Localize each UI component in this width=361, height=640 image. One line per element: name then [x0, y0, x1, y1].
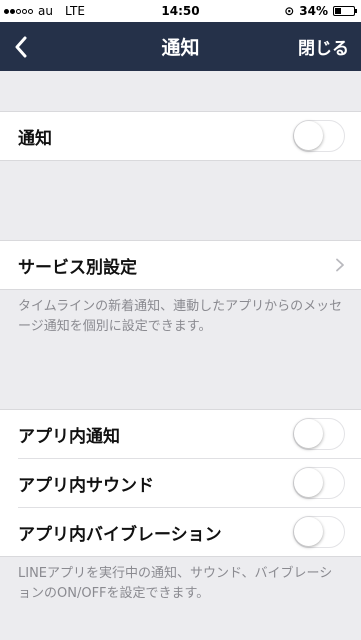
toggle-knob: [294, 468, 323, 497]
chevron-right-icon: [336, 258, 344, 272]
in-app-vibration-row: アプリ内バイブレーション: [18, 507, 361, 556]
notifications-group: 通知: [0, 111, 361, 161]
status-bar: au LTE 14:50 ⊙ 34%: [0, 0, 361, 22]
toggle-knob: [294, 419, 323, 448]
in-app-notification-row: アプリ内通知: [0, 410, 361, 458]
close-button[interactable]: 閉じる: [298, 34, 349, 59]
back-button[interactable]: [2, 22, 40, 71]
in-app-footer-text: LINEアプリを実行中の通知、サウンド、バイブレーションのON/OFFを設定でき…: [18, 566, 333, 601]
battery-percent: 34%: [299, 4, 328, 18]
in-app-sound-label: アプリ内サウンド: [18, 475, 154, 496]
in-app-vibration-toggle[interactable]: [293, 516, 345, 548]
in-app-sound-toggle[interactable]: [293, 467, 345, 499]
status-right: ⊙ 34%: [284, 4, 357, 18]
notifications-toggle[interactable]: [293, 120, 345, 152]
toggle-knob: [294, 517, 323, 546]
notifications-row: 通知: [0, 112, 361, 160]
rotation-lock-icon: ⊙: [284, 4, 295, 18]
in-app-sound-row: アプリ内サウンド: [18, 458, 361, 507]
service-footer-text: タイムラインの新着通知、連動したアプリからのメッセージ通知を個別に設定できます。: [18, 299, 343, 334]
in-app-notification-toggle[interactable]: [293, 418, 345, 450]
in-app-group: アプリ内通知 アプリ内サウンド アプリ内バイブレーション: [0, 409, 361, 557]
in-app-vibration-label: アプリ内バイブレーション: [18, 524, 222, 545]
toggle-knob: [294, 121, 323, 150]
service-settings-row[interactable]: サービス別設定: [0, 241, 361, 289]
service-group: サービス別設定: [0, 240, 361, 290]
in-app-notification-label: アプリ内通知: [18, 426, 120, 447]
notifications-label: 通知: [18, 128, 52, 149]
service-settings-label: サービス別設定: [18, 257, 137, 278]
chevron-left-icon: [15, 36, 27, 57]
battery-icon: [333, 6, 357, 16]
navigation-bar: 通知 閉じる: [0, 22, 361, 71]
